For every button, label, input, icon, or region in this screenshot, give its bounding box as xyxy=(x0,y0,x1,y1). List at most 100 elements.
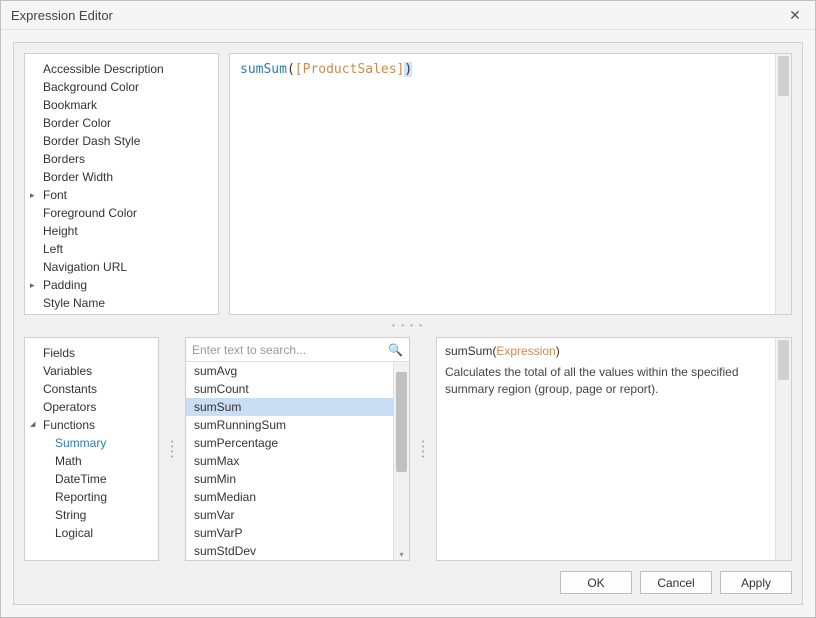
splitter-v2[interactable]: • • • • xyxy=(420,337,426,561)
category-label: Variables xyxy=(43,364,92,378)
search-input[interactable] xyxy=(192,343,388,357)
property-item[interactable]: Left xyxy=(25,240,218,258)
properties-list[interactable]: Accessible DescriptionBackground ColorBo… xyxy=(24,53,219,315)
scrollbar-thumb[interactable] xyxy=(778,340,789,380)
function-item[interactable]: sumVar xyxy=(186,506,409,524)
search-icon[interactable]: 🔍 xyxy=(388,343,403,357)
category-item[interactable]: Variables xyxy=(25,362,158,380)
categories-list[interactable]: FieldsVariablesConstantsOperators◢Functi… xyxy=(24,337,159,561)
function-item[interactable]: sumMedian xyxy=(186,488,409,506)
expression-token: ) xyxy=(404,62,412,77)
category-item[interactable]: ◢Functions xyxy=(25,416,158,434)
sig-fn: sumSum( xyxy=(445,344,496,358)
property-item[interactable]: Foreground Color xyxy=(25,204,218,222)
category-item[interactable]: Math xyxy=(25,452,158,470)
property-label: Foreground Color xyxy=(43,204,137,222)
button-row: OK Cancel Apply xyxy=(24,569,792,594)
property-item[interactable]: Height xyxy=(25,222,218,240)
function-item[interactable]: sumMax xyxy=(186,452,409,470)
category-label: Operators xyxy=(43,400,96,414)
function-item[interactable]: sumMin xyxy=(186,470,409,488)
search-row: 🔍 xyxy=(186,338,409,362)
expression-editor-pane[interactable]: sumSum([ProductSales]) xyxy=(229,53,792,315)
category-item[interactable]: Operators xyxy=(25,398,158,416)
expression-token: sumSum xyxy=(240,62,287,77)
category-label: Functions xyxy=(43,418,95,432)
property-label: Style Name xyxy=(43,294,105,312)
property-item[interactable]: ▸Padding xyxy=(25,276,218,294)
expand-icon[interactable]: ▸ xyxy=(30,276,40,294)
scrollbar-thumb[interactable] xyxy=(778,56,789,96)
property-item[interactable]: Tag xyxy=(25,312,218,315)
function-signature: sumSum(Expression) xyxy=(445,344,783,358)
scroll-down-icon[interactable]: ▾ xyxy=(394,548,409,560)
function-description: Calculates the total of all the values w… xyxy=(445,364,783,398)
property-item[interactable]: Border Width xyxy=(25,168,218,186)
expression-editor-window: Expression Editor ✕ Accessible Descripti… xyxy=(0,0,816,618)
property-item[interactable]: Border Dash Style xyxy=(25,132,218,150)
titlebar: Expression Editor ✕ xyxy=(1,1,815,30)
scrollbar-thumb[interactable] xyxy=(396,372,407,472)
main-panel: Accessible DescriptionBackground ColorBo… xyxy=(13,42,803,605)
property-label: Bookmark xyxy=(43,96,97,114)
cancel-button[interactable]: Cancel xyxy=(640,571,712,594)
expression-token: [ProductSales] xyxy=(295,62,405,77)
function-item[interactable]: sumPercentage xyxy=(186,434,409,452)
category-item[interactable]: Logical xyxy=(25,524,158,542)
category-label: Constants xyxy=(43,382,97,396)
property-label: Font xyxy=(43,186,67,204)
category-item[interactable]: Reporting xyxy=(25,488,158,506)
property-label: Accessible Description xyxy=(43,60,164,78)
property-item[interactable]: ▸Font xyxy=(25,186,218,204)
dialog-body: Accessible DescriptionBackground ColorBo… xyxy=(1,30,815,617)
description-pane: sumSum(Expression) Calculates the total … xyxy=(436,337,792,561)
close-button[interactable]: ✕ xyxy=(785,5,805,25)
expand-icon[interactable]: ▸ xyxy=(30,186,40,204)
property-item[interactable]: Style Name xyxy=(25,294,218,312)
property-label: Border Width xyxy=(43,168,113,186)
window-title: Expression Editor xyxy=(11,8,785,23)
sig-arg: Expression xyxy=(496,344,555,358)
property-label: Border Color xyxy=(43,114,111,132)
editor-scrollbar[interactable] xyxy=(775,54,791,314)
splitter-h[interactable]: • • • • xyxy=(24,323,792,329)
property-item[interactable]: Border Color xyxy=(25,114,218,132)
property-item[interactable]: Borders xyxy=(25,150,218,168)
category-item[interactable]: String xyxy=(25,506,158,524)
function-item[interactable]: sumAvg xyxy=(186,362,409,380)
property-item[interactable]: Navigation URL xyxy=(25,258,218,276)
category-item[interactable]: DateTime xyxy=(25,470,158,488)
close-icon: ✕ xyxy=(789,7,801,24)
property-label: Height xyxy=(43,222,78,240)
category-label: DateTime xyxy=(55,472,107,486)
function-item[interactable]: sumCount xyxy=(186,380,409,398)
apply-button[interactable]: Apply xyxy=(720,571,792,594)
splitter-v1[interactable]: • • • • xyxy=(169,337,175,561)
description-scrollbar[interactable] xyxy=(775,338,791,560)
property-item[interactable]: Bookmark xyxy=(25,96,218,114)
property-label: Left xyxy=(43,240,63,258)
property-item[interactable]: Accessible Description xyxy=(25,60,218,78)
category-label: Reporting xyxy=(55,490,107,504)
function-item[interactable]: sumSum xyxy=(186,398,409,416)
functions-list[interactable]: sumAvgsumCountsumSumsumRunningSumsumPerc… xyxy=(186,362,409,560)
property-label: Navigation URL xyxy=(43,258,127,276)
functions-scrollbar[interactable]: ▾ xyxy=(393,362,409,560)
category-label: Math xyxy=(55,454,82,468)
category-item[interactable]: Fields xyxy=(25,344,158,362)
function-item[interactable]: sumVarP xyxy=(186,524,409,542)
expression-text[interactable]: sumSum([ProductSales]) xyxy=(230,54,791,85)
function-item[interactable]: sumRunningSum xyxy=(186,416,409,434)
ok-button[interactable]: OK xyxy=(560,571,632,594)
expression-token: ( xyxy=(287,62,295,77)
category-item[interactable]: Constants xyxy=(25,380,158,398)
function-item[interactable]: sumStdDev xyxy=(186,542,409,560)
functions-pane: 🔍 sumAvgsumCountsumSumsumRunningSumsumPe… xyxy=(185,337,410,561)
category-label: String xyxy=(55,508,86,522)
category-item[interactable]: Summary xyxy=(25,434,158,452)
top-row: Accessible DescriptionBackground ColorBo… xyxy=(24,53,792,315)
property-label: Tag xyxy=(43,312,62,315)
collapse-icon[interactable]: ◢ xyxy=(30,416,40,434)
property-item[interactable]: Background Color xyxy=(25,78,218,96)
category-label: Summary xyxy=(55,436,106,450)
